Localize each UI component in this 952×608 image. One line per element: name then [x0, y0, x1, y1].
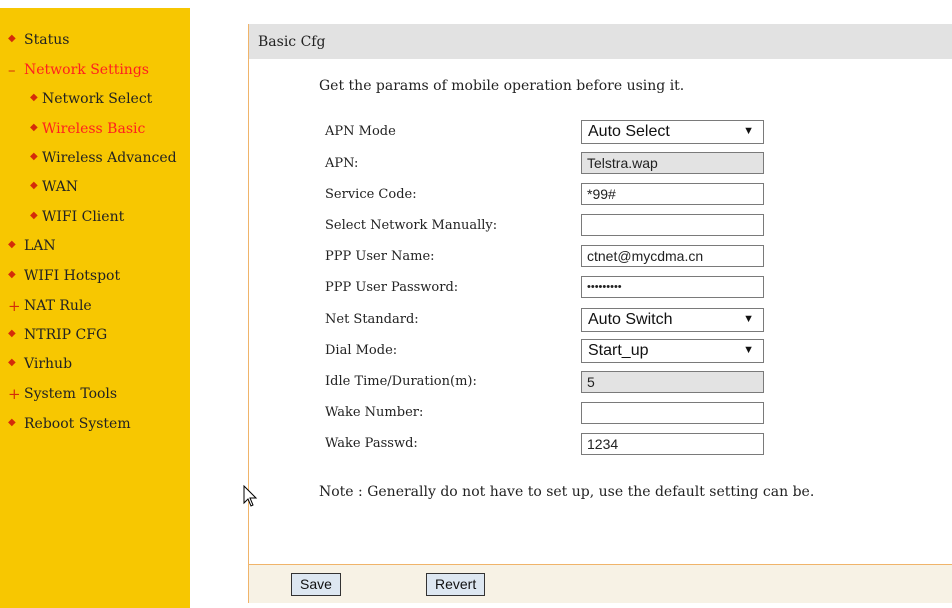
apn-field: Telstra.wap: [581, 152, 764, 174]
bullet-icon: ◆: [30, 122, 38, 133]
ppp-user-name-label: PPP User Name:: [325, 249, 435, 264]
sidebar-item-wireless-advanced[interactable]: ◆ Wireless Advanced: [30, 150, 177, 166]
ppp-password-label: PPP User Password:: [325, 280, 459, 295]
sidebar-item-label: NTRIP CFG: [24, 327, 108, 343]
sidebar-item-label: Virhub: [24, 356, 73, 372]
panel-description: Get the params of mobile operation befor…: [319, 78, 685, 94]
sidebar-item-wireless-basic[interactable]: ◆ Wireless Basic: [30, 121, 145, 137]
ppp-user-name-field[interactable]: ctnet@mycdma.cn: [581, 245, 764, 267]
net-standard-label: Net Standard:: [325, 312, 419, 327]
sidebar-item-label: WIFI Hotspot: [24, 268, 121, 284]
sidebar-item-virhub[interactable]: ◆ Virhub: [8, 356, 72, 372]
expand-icon: +: [8, 297, 21, 315]
sidebar-item-status[interactable]: ◆ Status: [8, 32, 69, 48]
sidebar-item-label: System Tools: [24, 386, 118, 402]
panel-title: Basic Cfg: [258, 34, 326, 50]
bullet-icon: ◆: [30, 151, 38, 162]
wake-passwd-label: Wake Passwd:: [325, 436, 418, 451]
sidebar-item-wan[interactable]: ◆ WAN: [30, 179, 78, 195]
sidebar-item-wifi-hotspot[interactable]: ◆ WIFI Hotspot: [8, 268, 120, 284]
service-code-field[interactable]: *99#: [581, 183, 764, 205]
bullet-icon: ◆: [30, 180, 38, 191]
panel-footer: Save Revert: [249, 564, 952, 603]
bullet-icon: ◆: [30, 210, 38, 221]
idle-time-label: Idle Time/Duration(m):: [325, 374, 477, 389]
apn-mode-select[interactable]: Auto Select ▼: [581, 120, 764, 144]
sidebar-item-label: LAN: [24, 238, 56, 254]
panel-header: Basic Cfg: [249, 24, 952, 59]
select-network-field[interactable]: [581, 214, 764, 236]
wake-number-label: Wake Number:: [325, 405, 424, 420]
sidebar-item-label: Reboot System: [24, 416, 131, 432]
expand-icon: +: [8, 385, 21, 403]
net-standard-value: Auto Switch: [588, 311, 673, 328]
bullet-icon: ◆: [8, 269, 16, 280]
sidebar-item-network-select[interactable]: ◆ Network Select: [30, 91, 152, 107]
sidebar-item-label: Wireless Advanced: [42, 150, 177, 166]
sidebar-item-label: NAT Rule: [24, 298, 92, 314]
sidebar-nav: ◆ Status – Network Settings ◆ Network Se…: [0, 8, 190, 608]
dial-mode-select[interactable]: Start_up ▼: [581, 339, 764, 363]
apn-label: APN:: [325, 156, 359, 171]
sidebar-item-label: Network Select: [42, 91, 153, 107]
sidebar-item-label: WAN: [42, 179, 79, 195]
dropdown-arrow-icon: ▼: [743, 344, 754, 356]
apn-mode-value: Auto Select: [588, 123, 670, 140]
sidebar-item-wifi-client[interactable]: ◆ WIFI Client: [30, 209, 124, 225]
apn-mode-label: APN Mode: [325, 124, 396, 139]
bullet-icon: ◆: [8, 328, 16, 339]
select-network-label: Select Network Manually:: [325, 218, 498, 233]
dropdown-arrow-icon: ▼: [743, 125, 754, 137]
bullet-icon: ◆: [8, 33, 16, 44]
dial-mode-value: Start_up: [588, 342, 649, 359]
idle-time-field: 5: [581, 371, 764, 393]
sidebar-item-label: WIFI Client: [42, 209, 125, 225]
bullet-icon: ◆: [8, 417, 16, 428]
sidebar-item-reboot-system[interactable]: ◆ Reboot System: [8, 416, 131, 432]
net-standard-select[interactable]: Auto Switch ▼: [581, 308, 764, 332]
sidebar-item-system-tools[interactable]: + System Tools: [8, 385, 118, 403]
mouse-pointer-icon: [243, 485, 258, 507]
dropdown-arrow-icon: ▼: [743, 313, 754, 325]
save-button[interactable]: Save: [291, 573, 341, 596]
sidebar-item-label: Network Settings: [24, 62, 149, 78]
ppp-password-field[interactable]: •••••••••: [581, 276, 764, 298]
revert-button[interactable]: Revert: [426, 573, 486, 596]
wake-number-field[interactable]: [581, 402, 764, 424]
note-text: Note : Generally do not have to set up, …: [319, 484, 815, 500]
service-code-label: Service Code:: [325, 187, 417, 202]
dial-mode-label: Dial Mode:: [325, 343, 398, 358]
sidebar-item-network-settings[interactable]: – Network Settings: [8, 61, 149, 79]
wake-passwd-field[interactable]: 1234: [581, 433, 764, 455]
bullet-icon: ◆: [8, 357, 16, 368]
sidebar-item-nat-rule[interactable]: + NAT Rule: [8, 297, 92, 315]
bullet-icon: ◆: [30, 92, 38, 103]
sidebar-item-ntrip-cfg[interactable]: ◆ NTRIP CFG: [8, 327, 107, 343]
sidebar-item-label: Status: [24, 32, 70, 48]
collapse-icon: –: [8, 61, 16, 79]
basic-cfg-panel: Basic Cfg Get the params of mobile opera…: [248, 24, 952, 603]
bullet-icon: ◆: [8, 239, 16, 250]
sidebar-item-lan[interactable]: ◆ LAN: [8, 238, 56, 254]
sidebar-item-label: Wireless Basic: [42, 121, 146, 137]
